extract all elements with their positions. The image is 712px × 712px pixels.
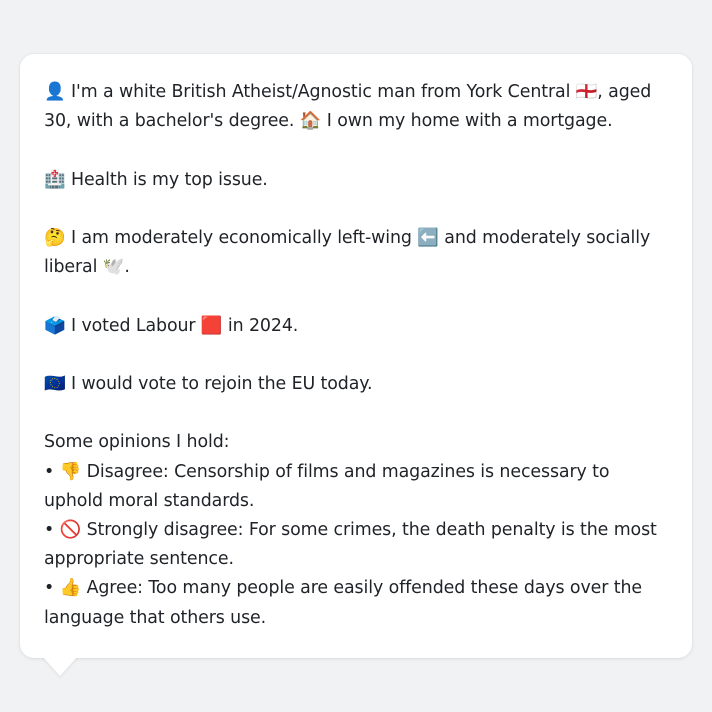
eu-text: 🇪🇺 I would vote to rejoin the EU today. xyxy=(44,373,373,394)
vote-text: 🗳️ I voted Labour 🟥 in 2024. xyxy=(44,315,299,336)
ideology-text: 🤔 I am moderately economically left-wing… xyxy=(44,227,651,278)
opinion-item: • 👎 Disagree: Censorship of films and ma… xyxy=(44,461,610,511)
message-body: 👤 I'm a white British Atheist/Agnostic m… xyxy=(44,78,670,633)
opinion-item: • 👍 Agree: Too many people are easily of… xyxy=(44,578,642,628)
opinion-item: • 🚫 Strongly disagree: For some crimes, … xyxy=(44,519,657,570)
bubble-tail xyxy=(42,656,78,676)
opinions-heading: Some opinions I hold: xyxy=(44,432,230,453)
opinions-list: Some opinions I hold: • 👎 Disagree: Cens… xyxy=(44,428,670,632)
chat-bubble: 👤 I'm a white British Atheist/Agnostic m… xyxy=(20,54,692,658)
top-issue-text: 🏥 Health is my top issue. xyxy=(44,169,268,190)
identity-text: 👤 I'm a white British Atheist/Agnostic m… xyxy=(44,82,652,132)
